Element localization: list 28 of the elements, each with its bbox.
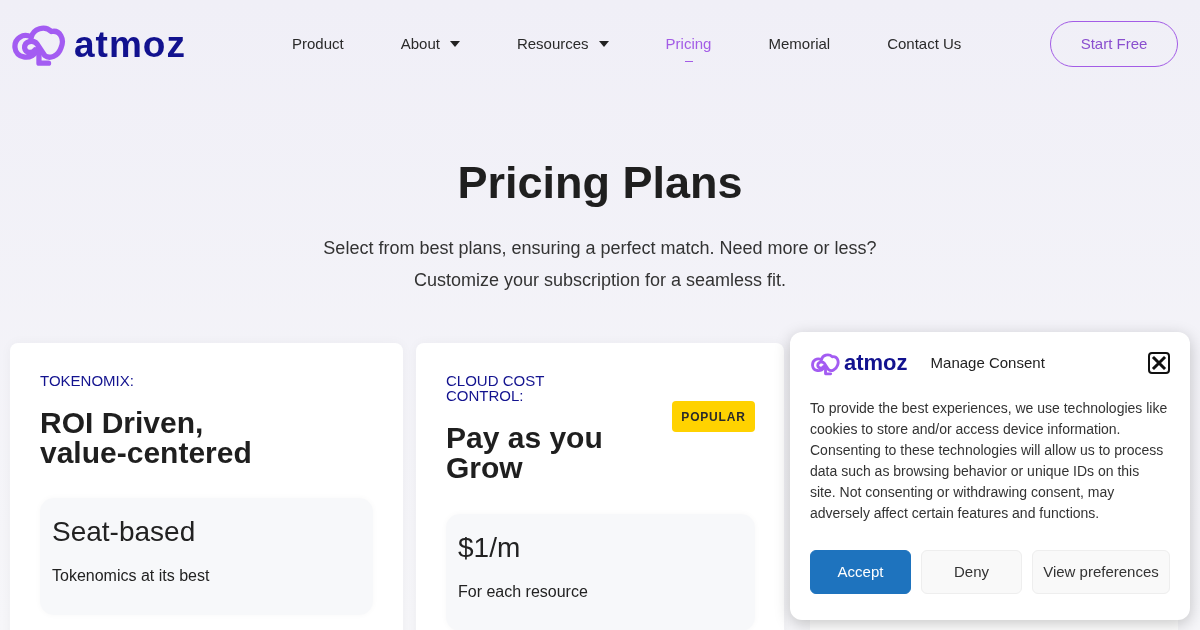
plan-note: Tokenomics at its best [52, 566, 211, 586]
consent-text: To provide the best experiences, we use technologies like cookies to store and/or access device information. Consenting to these technologies will allow us to process data such as browsing behavior or unique IDs on this site. Not consenting or withdrawing consent, may adversely affect certain features and functions. [810, 399, 1168, 523]
plan-note: For each resource [458, 582, 589, 602]
popular-badge: POPULAR [672, 401, 755, 432]
plan-eyebrow: TOKENOMIX: [40, 372, 135, 390]
logo-wordmark: atmoz [844, 352, 908, 374]
nav-link[interactable]: About [400, 32, 460, 56]
page-subtitle: Select from best plans, ensuring a perfect match. Need more or less? [323, 237, 877, 260]
nav-link[interactable]: Memorial [768, 32, 831, 56]
nav-link[interactable]: Product [292, 32, 344, 56]
cloud-loop-logo-icon [810, 350, 840, 376]
page-subtitle: Customize your subscription for a seamless fit. [413, 269, 787, 292]
close-icon[interactable] [1148, 352, 1170, 374]
plan-price: Seat-based [52, 515, 197, 549]
active-underline [684, 60, 693, 63]
page-title: Pricing Plans [457, 160, 743, 205]
plan-title: Pay as you Grow [446, 423, 604, 483]
logo-wordmark: atmoz [74, 25, 186, 63]
dialog-title: Manage Consent [930, 352, 1045, 373]
plan-eyebrow: CLOUD COST CONTROL: [446, 373, 546, 403]
consent-button[interactable]: View preferences [1032, 550, 1170, 594]
accept-button[interactable]: Accept [810, 550, 911, 594]
nav-link[interactable]: Resources [516, 32, 609, 56]
consent-button[interactable]: Deny [921, 550, 1022, 594]
nav-link[interactable]: Pricing [665, 32, 712, 56]
plan-price: $1/m [458, 531, 522, 565]
nav-link[interactable]: Contact Us [887, 32, 962, 56]
plan-title: ROI Driven, value-centered [40, 408, 253, 468]
